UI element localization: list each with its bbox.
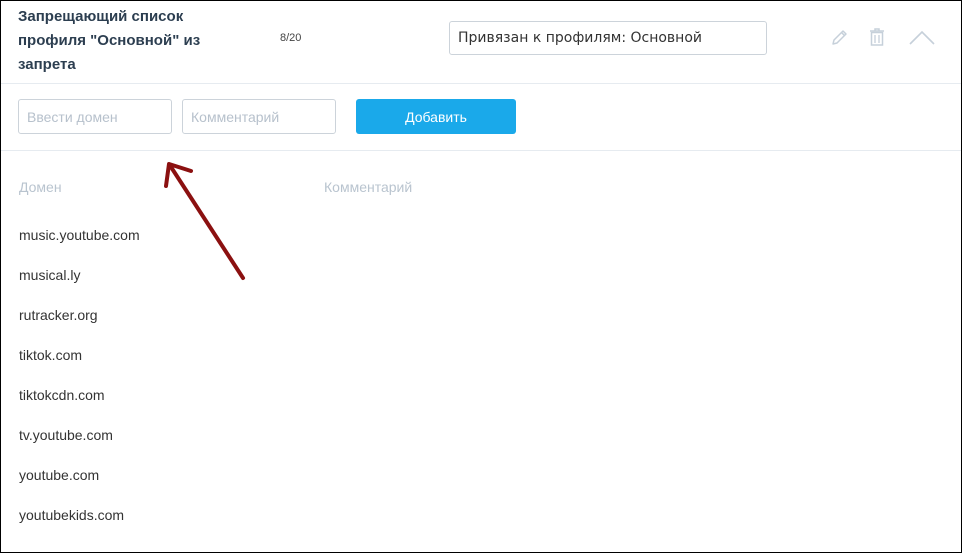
table-row: musical.ly: [19, 267, 81, 283]
list-title: Запрещающий список профиля "Основной" из…: [18, 8, 201, 73]
table-row: tv.youtube.com: [19, 427, 113, 443]
chevron-up-icon[interactable]: [908, 28, 936, 51]
add-domain-form: Добавить: [1, 84, 961, 151]
table-row: music.youtube.com: [19, 227, 140, 243]
comment-input[interactable]: [182, 99, 336, 134]
profile-binding-field[interactable]: Привязан к профилям: Основной: [449, 21, 767, 55]
annotation-arrow-icon: [164, 162, 245, 280]
table-row: tiktok.com: [19, 347, 83, 363]
table-row: rutracker.org: [19, 307, 98, 323]
add-button[interactable]: Добавить: [356, 99, 516, 134]
domain-input[interactable]: [18, 99, 172, 134]
column-header-domain: Домен: [19, 179, 62, 195]
pencil-icon[interactable]: [830, 27, 850, 52]
table-row: youtube.com: [19, 467, 100, 483]
table-row: tiktokcdn.com: [19, 387, 105, 403]
list-header: Запрещающий список профиля "Основной" из…: [1, 1, 961, 84]
column-header-comment: Комментарий: [324, 179, 413, 195]
list-panel: Запрещающий список профиля "Основной" из…: [0, 0, 962, 553]
table-row: youtubekids.com: [19, 507, 125, 523]
trash-icon[interactable]: [867, 27, 887, 52]
domain-counter: 8/20: [280, 32, 302, 44]
